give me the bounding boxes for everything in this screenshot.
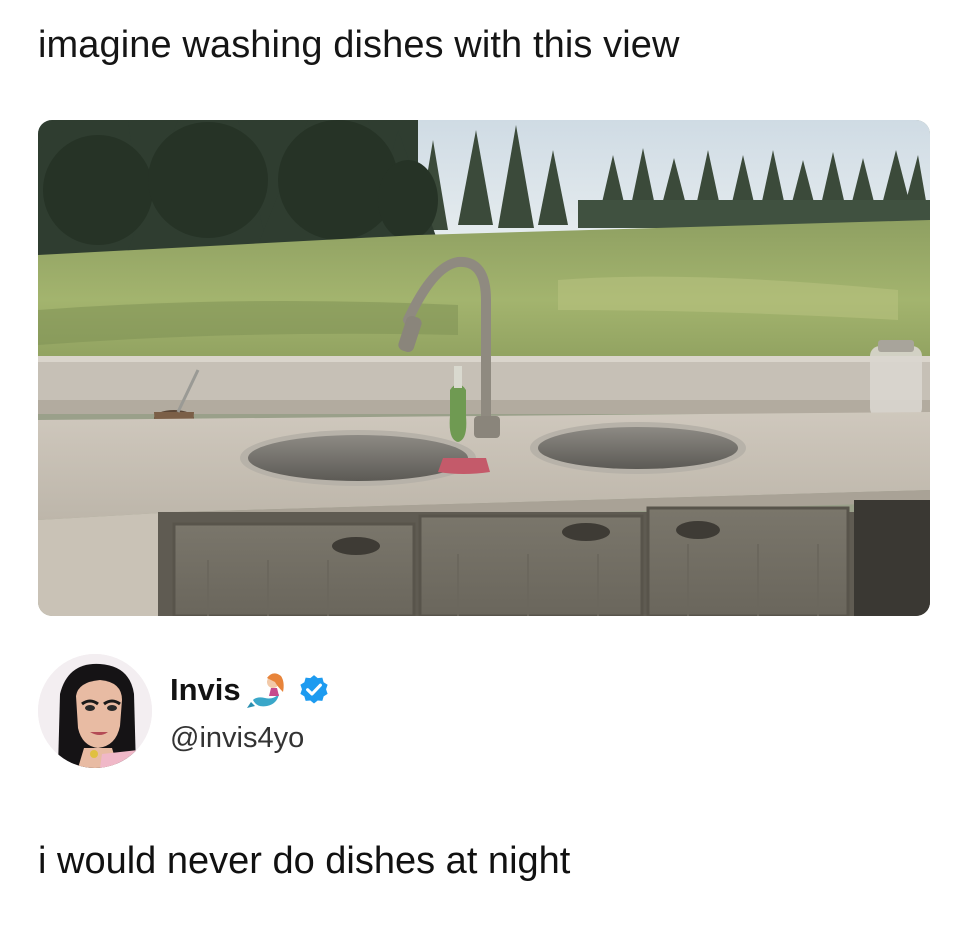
author-display-name[interactable]: Invis — [170, 672, 241, 708]
verified-badge-icon — [297, 673, 331, 707]
tweet-text: i would never do dishes at night — [38, 840, 571, 882]
kitchen-view-photo[interactable] — [38, 120, 930, 616]
post-caption: imagine washing dishes with this view — [38, 24, 680, 66]
mermaid-icon — [246, 670, 291, 710]
tweet-author: Invis @invis4yo — [38, 654, 638, 774]
author-handle[interactable]: @invis4yo — [170, 720, 304, 756]
avatar[interactable] — [38, 654, 152, 768]
